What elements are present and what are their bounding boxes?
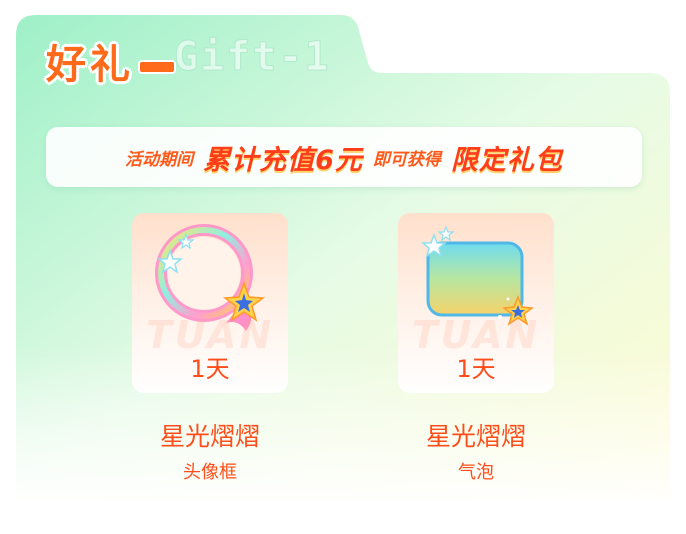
activity-banner: 活动期间 累计充值6元 即可获得 限定礼包 — [46, 127, 642, 187]
gift-subtitle: Gift-1 — [174, 34, 331, 81]
reward-duration: 1天 — [456, 355, 496, 383]
reward-card-avatar-frame[interactable]: TUAN 1天 — [132, 213, 288, 393]
reward-duration: 1天 — [190, 355, 230, 383]
gift-card: 好礼 Gift-1 活动期间 累计充值6元 即可获得 限定礼包 TUAN 1天 … — [16, 15, 670, 500]
reward-name: 星光熠熠 — [425, 422, 526, 451]
reward-type: 气泡 — [458, 462, 494, 483]
gift-title: 好礼 — [46, 32, 176, 90]
banner-text-1: 活动期间 — [125, 149, 194, 170]
reward-name: 星光熠熠 — [159, 422, 260, 451]
reward-type: 头像框 — [183, 462, 237, 483]
banner-text-2: 累计充值6元 — [203, 144, 363, 176]
banner-text-3: 即可获得 — [372, 149, 441, 170]
banner-text-4: 限定礼包 — [450, 144, 563, 176]
title-dash — [138, 60, 176, 74]
reward-card-bubble[interactable]: TUAN 1天 — [398, 213, 554, 393]
